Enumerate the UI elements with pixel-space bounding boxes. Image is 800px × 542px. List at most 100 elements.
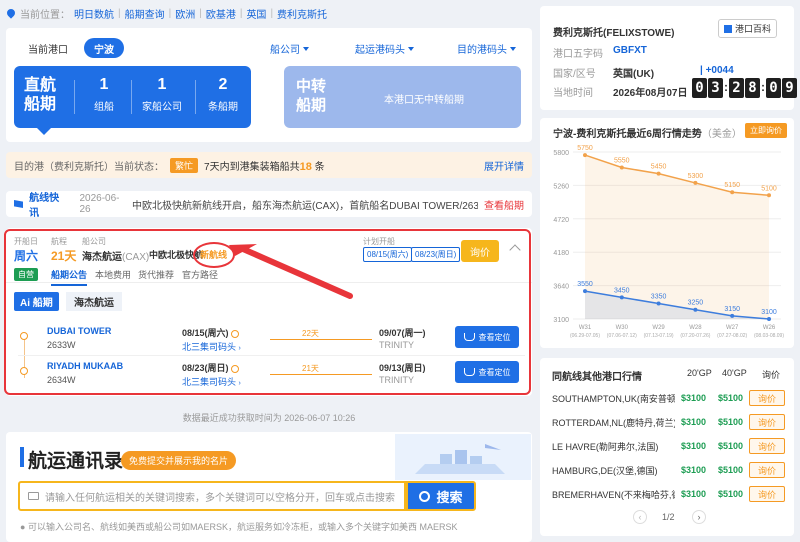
subtab-schedule-notice[interactable]: 船期公告 bbox=[51, 268, 88, 286]
inquiry-button[interactable]: 询价 bbox=[749, 414, 785, 430]
table-row: ROTTERDAM,NL(鹿特丹,荷兰) $3100 $5100 询价 bbox=[540, 410, 794, 434]
direct-schedule-block[interactable]: 直航船期 1 组船 1 家船公司 2 条船期 bbox=[14, 66, 251, 128]
subtab-official-route[interactable]: 官方路径 bbox=[182, 268, 218, 281]
carrier-name: 海杰航运(CAX) bbox=[82, 252, 150, 263]
data-point bbox=[619, 165, 624, 170]
ship-name[interactable]: RIYADH MUKAAB bbox=[47, 361, 123, 371]
port-cell[interactable]: ROTTERDAM,NL(鹿特丹,荷兰) bbox=[540, 416, 675, 429]
y-tick-label: 5260 bbox=[553, 183, 569, 190]
status-label: 目的港（费利克斯托）当前状态： bbox=[14, 161, 164, 173]
data-label: 5300 bbox=[688, 173, 704, 180]
ship-name[interactable]: DUBAI TOWER bbox=[47, 326, 111, 336]
depart-date: 08/15(周六) bbox=[182, 326, 240, 339]
clock-icon bbox=[231, 364, 240, 373]
depart-label: 开船日 bbox=[14, 237, 38, 246]
quote-now-button[interactable]: 立即询价 bbox=[745, 123, 787, 138]
breadcrumb-item[interactable]: 英国 bbox=[246, 6, 266, 21]
transfer-schedule-block[interactable]: 中转船期 本港口无中转船期 bbox=[284, 66, 521, 128]
x-tick-range: (07.27-08.02) bbox=[717, 333, 747, 339]
status-text: 7天内到港集装箱船共18 条 bbox=[204, 160, 325, 173]
expand-details-link[interactable]: 展开详情 bbox=[484, 158, 524, 173]
origin-terminal[interactable]: 北三集司码头 › bbox=[182, 340, 241, 353]
origin-terminal-filter-label: 起运港码头 bbox=[355, 45, 405, 56]
origin-terminal-filter[interactable]: 起运港码头 bbox=[355, 41, 414, 56]
plan-date[interactable]: 08/15(周六) bbox=[363, 247, 413, 262]
price-20-cell: $3100 bbox=[680, 465, 707, 475]
breadcrumb-item[interactable]: 明日数航 bbox=[74, 6, 114, 21]
data-point bbox=[767, 193, 771, 198]
prev-page-button[interactable]: ‹ bbox=[633, 510, 647, 524]
news-title: 航线快讯 bbox=[29, 193, 60, 219]
data-label: 3100 bbox=[761, 309, 777, 316]
table-row: BREMERHAVEN(不来梅哈芬,德国) $3100 $5100 询价 bbox=[540, 482, 794, 506]
local-date: 2026年08月07日 bbox=[613, 88, 688, 99]
search-button[interactable]: 搜索 bbox=[406, 481, 476, 511]
tab-current-port[interactable]: 当前港口 bbox=[18, 38, 78, 58]
port-cell[interactable]: LE HAVRE(勒阿弗尔,法国) bbox=[540, 440, 675, 453]
search-input[interactable]: 请输入任何航运相关的关键词搜索，多个关键词可以空格分开，回车或点击搜索 bbox=[18, 481, 406, 511]
self-operated-badge: 自营 bbox=[14, 268, 38, 281]
search-hint: ● 可以输入公司名、航线如美西或船公司如MAERSK，航运服务如冷冻柜，或输入多… bbox=[20, 522, 458, 532]
port-cell[interactable]: SOUTHAMPTON,UK(南安普顿... bbox=[540, 392, 675, 405]
port-cell[interactable]: BREMERHAVEN(不来梅哈芬,德国) bbox=[540, 488, 675, 501]
inquiry-button[interactable]: 询价 bbox=[749, 462, 785, 478]
voyage-days: 21天 bbox=[51, 249, 77, 263]
data-point bbox=[583, 153, 587, 158]
col-header-40gp: 40'GP bbox=[722, 368, 747, 378]
country: 英国(UK) bbox=[613, 69, 655, 80]
search-icon bbox=[419, 490, 431, 502]
data-label: 3550 bbox=[577, 281, 593, 288]
info-icon: ● bbox=[20, 522, 28, 532]
origin-terminal[interactable]: 北三集司码头 › bbox=[182, 375, 241, 388]
dest-terminal: TRINITY bbox=[379, 375, 414, 385]
data-label: 3350 bbox=[651, 294, 667, 301]
submit-card-button[interactable]: 免费提交并展示我的名片 bbox=[121, 451, 237, 470]
inquiry-button[interactable]: 询价 bbox=[749, 390, 785, 406]
clock-digit: 2 bbox=[729, 78, 744, 98]
ai-schedule-badge: Ai 船期 bbox=[14, 292, 59, 311]
x-tick-range: (07.13-07.19) bbox=[644, 333, 674, 339]
port-wiki-button[interactable]: 港口百科 bbox=[718, 19, 778, 38]
inquiry-button[interactable]: 询价 bbox=[749, 438, 785, 454]
timeline-dot bbox=[20, 332, 28, 340]
inquiry-button[interactable]: 询价 bbox=[461, 240, 499, 262]
data-point bbox=[656, 171, 661, 176]
voyage-number: 2633W bbox=[47, 340, 76, 350]
chevron-down-icon bbox=[408, 46, 414, 51]
tab-ningbo[interactable]: 宁波 bbox=[84, 38, 124, 58]
port-cell[interactable]: HAMBURG,DE(汉堡,德国) bbox=[540, 464, 675, 477]
view-location-button[interactable]: 查看定位 bbox=[455, 326, 519, 348]
inquiry-button[interactable]: 询价 bbox=[749, 486, 785, 502]
direct-title: 直航船期 bbox=[24, 77, 57, 113]
view-schedule-link[interactable]: 查看船期 bbox=[484, 197, 524, 212]
breadcrumb-item[interactable]: 船期查询 bbox=[125, 6, 165, 21]
breadcrumb-item[interactable]: 欧洲 bbox=[175, 6, 195, 21]
data-point bbox=[693, 180, 698, 185]
data-label: 3450 bbox=[614, 287, 630, 294]
dest-terminal-filter[interactable]: 目的港码头 bbox=[457, 41, 516, 56]
plan-date[interactable]: 08/23(周日) bbox=[411, 247, 461, 262]
route-news-bar: 航线快讯 2026-06-26 中欧北极快航新航线开启，船东海杰航运(CAX)，… bbox=[6, 191, 532, 219]
price-20-cell: $3100 bbox=[680, 393, 707, 403]
transit-days: 22天 bbox=[302, 329, 319, 338]
view-location-button[interactable]: 查看定位 bbox=[455, 361, 519, 383]
subtab-forwarders[interactable]: 货代推荐 bbox=[138, 268, 174, 281]
y-tick-label: 4720 bbox=[553, 217, 569, 224]
next-page-button[interactable]: › bbox=[692, 510, 706, 524]
dest-terminal-filter-label: 目的港码头 bbox=[457, 45, 507, 56]
voyage-number: 2634W bbox=[47, 375, 76, 385]
breadcrumb-item[interactable]: 费利克斯托 bbox=[277, 6, 327, 21]
port-code: GBFXT bbox=[613, 45, 647, 56]
clock-digit: 8 bbox=[745, 78, 760, 98]
subtab-local-fees[interactable]: 本地费用 bbox=[95, 268, 131, 281]
price-20-cell: $3100 bbox=[680, 489, 707, 499]
direct-stat: 1 家船公司 bbox=[142, 76, 182, 113]
timeline-dot bbox=[20, 367, 28, 375]
code-label: 港口五字码 bbox=[553, 49, 603, 60]
rate-trend-chart: 3100 3640 4180 4720 5260 5800 5750 5550 5450 5300… bbox=[553, 145, 784, 339]
breadcrumb-item[interactable]: 欧基港 bbox=[206, 6, 236, 21]
carrier-filter[interactable]: 船公司 bbox=[270, 41, 309, 56]
price-20-cell: $3100 bbox=[680, 417, 707, 427]
data-label: 5550 bbox=[614, 157, 630, 164]
search-placeholder: 请输入任何航运相关的关键词搜索，多个关键词可以空格分开，回车或点击搜索 bbox=[45, 492, 395, 504]
